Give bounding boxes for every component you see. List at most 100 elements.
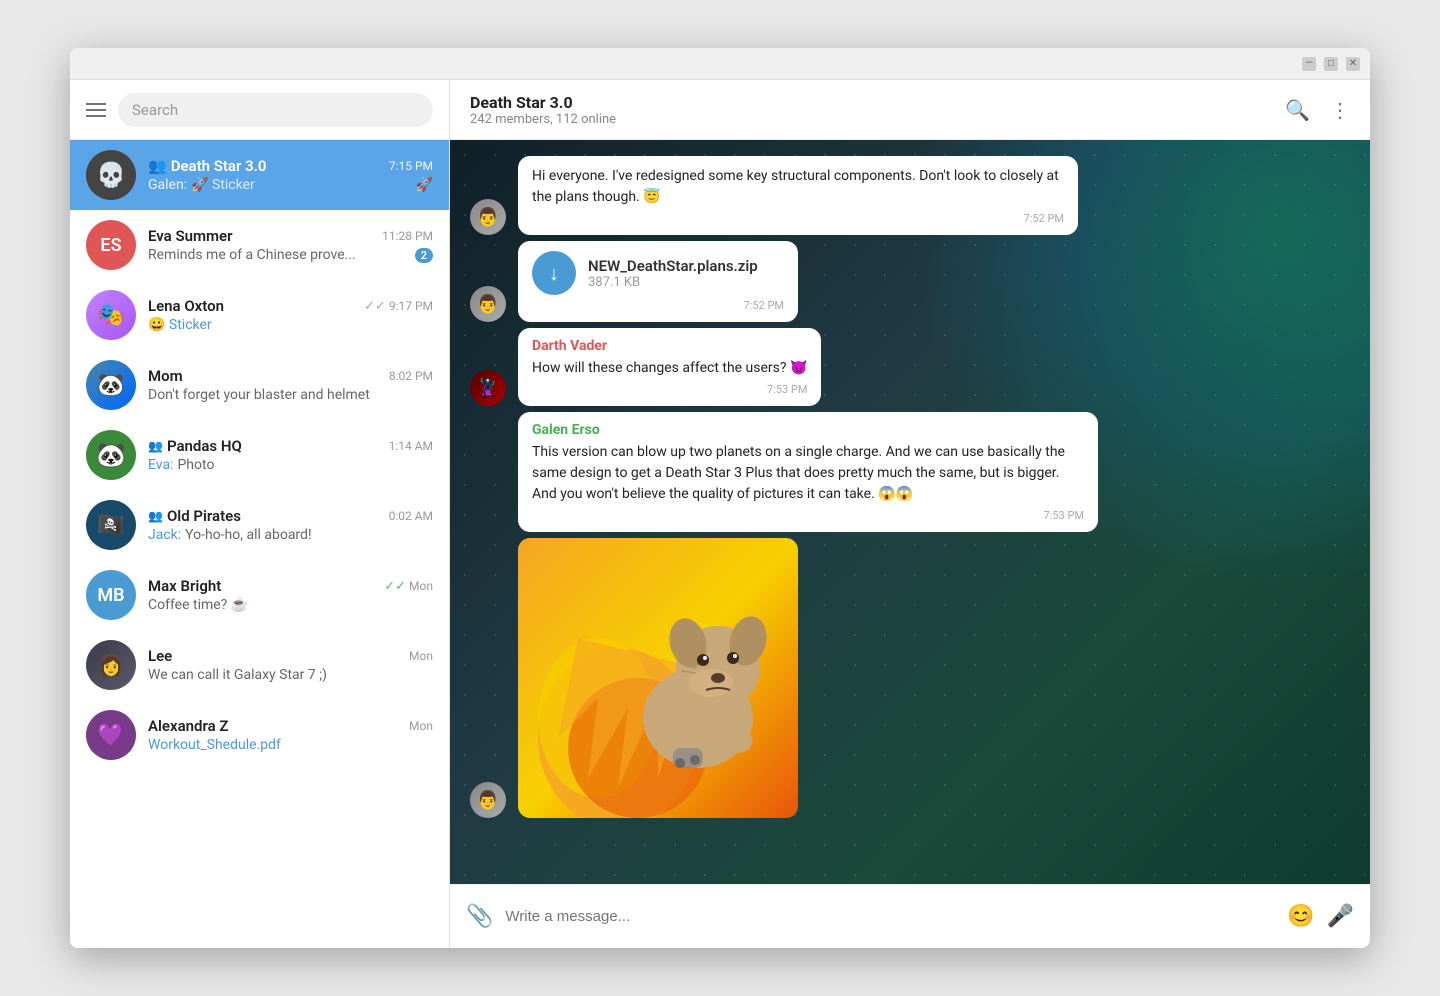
preview-text: Don't forget your blaster and helmet [148,387,370,403]
input-area: 📎 😊 🎤 [450,884,1370,948]
chat-header-subtitle: 242 members, 112 online [470,112,616,127]
avatar: 🏴‍☠️ [86,500,136,550]
chat-preview: Coffee time? ☕ [148,597,433,613]
chat-header-actions: 🔍 ⋮ [1285,98,1350,122]
chat-preview: Workout_Shedule.pdf [148,737,433,753]
chat-item-mom[interactable]: 🐼 Mom 8:02 PM Don't forget your blaster … [70,350,449,420]
chat-info: 👥 Old Pirates 0:02 AM Jack: Yo-ho-ho, al… [148,507,433,543]
more-options-icon[interactable]: ⋮ [1330,98,1350,122]
msg-avatar: 👨 [470,782,506,818]
chat-time: 8:02 PM [389,369,433,383]
messages-container: 👨 Hi everyone. I've redesigned some key … [450,140,1370,834]
menu-button[interactable] [86,103,106,117]
microphone-icon[interactable]: 🎤 [1327,904,1354,929]
group-icon: 👥 [148,439,163,453]
sidebar: Search 💀 👥 Death Star 3.0 7:15 PM [70,80,450,948]
avatar: MB [86,570,136,620]
message-2: 👨 ↓ NEW_DeathStar.plans.zip 387.1 KB 7:5… [470,241,1350,322]
sticker-image [518,538,798,818]
msg-avatar: 👨 [470,286,506,322]
emoji-icon[interactable]: 😊 [1287,904,1314,929]
titlebar: — □ ✕ [70,48,1370,80]
avatar: 💜 [86,710,136,760]
chat-time: Mon [409,719,433,733]
msg-avatar: 👨 [470,199,506,235]
chat-item-alexandra-z[interactable]: 💜 Alexandra Z Mon Workout_Shedule.pdf [70,700,449,770]
chat-info: 👥 Death Star 3.0 7:15 PM Galen: 🚀 Sticke… [148,157,433,193]
chat-item-max-bright[interactable]: MB Max Bright ✓✓ Mon Coffee time? ☕ [70,560,449,630]
chat-background: 👨 Hi everyone. I've redesigned some key … [450,140,1370,884]
chat-time: Mon [409,649,433,663]
chat-header-info: Death Star 3.0 242 members, 112 online [470,93,616,127]
chat-info: Mom 8:02 PM Don't forget your blaster an… [148,367,433,403]
msg-bubble: Hi everyone. I've redesigned some key st… [518,156,1078,235]
chat-header: Death Star 3.0 242 members, 112 online 🔍… [450,80,1370,140]
chat-name: Lee [148,647,172,665]
chat-preview: We can call it Galaxy Star 7 ;) [148,667,433,683]
msg-text: This version can blow up two planets on … [532,442,1084,505]
msg-time: 7:52 PM [532,212,1064,225]
chat-preview: Don't forget your blaster and helmet [148,387,433,403]
preview-text: 🚀 Sticker [191,177,255,193]
preview-text: Photo [177,457,214,473]
chat-info: Eva Summer 11:28 PM Reminds me of a Chin… [148,227,433,263]
minimize-button[interactable]: — [1302,57,1316,71]
msg-text: Hi everyone. I've redesigned some key st… [532,166,1064,208]
chat-item-death-star[interactable]: 💀 👥 Death Star 3.0 7:15 PM Galen: 🚀 Stic… [70,140,449,210]
chat-name: 👥 Pandas HQ [148,437,242,455]
app-window: — □ ✕ Search 💀 👥 [70,48,1370,948]
double-check-icon: ✓✓ [384,579,406,594]
group-icon: 👥 [148,509,163,523]
search-icon[interactable]: 🔍 [1285,98,1310,122]
chat-item-lena-oxton[interactable]: 🎭 Lena Oxton ✓✓ 9:17 PM 😀 Sticker [70,280,449,350]
chat-info: 👥 Pandas HQ 1:14 AM Eva: Photo [148,437,433,473]
double-check-icon: ✓✓ [364,299,386,314]
chat-name: Lena Oxton [148,297,224,315]
msg-sender: Darth Vader [532,338,807,354]
avatar: 🎭 [86,290,136,340]
chat-name: Alexandra Z [148,717,228,735]
chat-item-eva-summer[interactable]: ES Eva Summer 11:28 PM Reminds me of a C… [70,210,449,280]
chat-preview: Jack: Yo-ho-ho, all aboard! [148,527,433,543]
sticker-container [518,538,798,818]
attach-icon[interactable]: 📎 [466,904,493,929]
message-4: Galen Erso This version can blow up two … [470,412,1350,532]
chat-time: 11:28 PM [382,229,433,243]
chat-item-old-pirates[interactable]: 🏴‍☠️ 👥 Old Pirates 0:02 AM Jack: Yo-ho-h… [70,490,449,560]
chat-list: 💀 👥 Death Star 3.0 7:15 PM Galen: 🚀 Stic… [70,140,449,948]
msg-avatar: 🦹 [470,370,506,406]
msg-sender: Galen Erso [532,422,1084,438]
search-input[interactable]: Search [118,93,433,127]
unread-badge: 2 [415,248,433,263]
chat-item-pandas-hq[interactable]: 🐼 👥 Pandas HQ 1:14 AM Eva: Photo [70,420,449,490]
msg-time: 7:53 PM [532,509,1084,522]
preview-sender: Eva: [148,457,173,473]
preview-text: Coffee time? ☕ [148,597,248,613]
send-icon: 🚀 [416,177,433,193]
chat-info: Max Bright ✓✓ Mon Coffee time? ☕ [148,577,433,613]
chat-area: Death Star 3.0 242 members, 112 online 🔍… [450,80,1370,948]
avatar: 👩 [86,640,136,690]
chat-name: 👥 Old Pirates [148,507,241,525]
chat-preview: Eva: Photo [148,457,433,473]
chat-name: Max Bright [148,577,221,595]
msg-time: 7:53 PM [532,383,807,396]
maximize-button[interactable]: □ [1324,57,1338,71]
close-button[interactable]: ✕ [1346,57,1360,71]
preview-sender: Galen: [148,177,187,193]
chat-preview: Galen: 🚀 Sticker 🚀 [148,177,433,193]
preview-file-link: Workout_Shedule.pdf [148,737,281,753]
chat-name: 👥 Death Star 3.0 [148,157,267,175]
download-button[interactable]: ↓ [532,251,576,295]
chat-preview: 😀 Sticker [148,317,433,333]
message-input[interactable] [505,908,1275,925]
msg-time: 7:52 PM [532,299,784,312]
file-name: NEW_DeathStar.plans.zip [588,257,758,275]
chat-time: 7:15 PM [389,159,433,173]
file-content: ↓ NEW_DeathStar.plans.zip 387.1 KB [532,251,784,295]
chat-header-name: Death Star 3.0 [470,93,616,112]
msg-file-bubble: ↓ NEW_DeathStar.plans.zip 387.1 KB 7:52 … [518,241,798,322]
chat-item-lee[interactable]: 👩 Lee Mon We can call it Galaxy Star 7 ;… [70,630,449,700]
chat-info: Alexandra Z Mon Workout_Shedule.pdf [148,717,433,753]
group-icon: 👥 [148,157,167,175]
